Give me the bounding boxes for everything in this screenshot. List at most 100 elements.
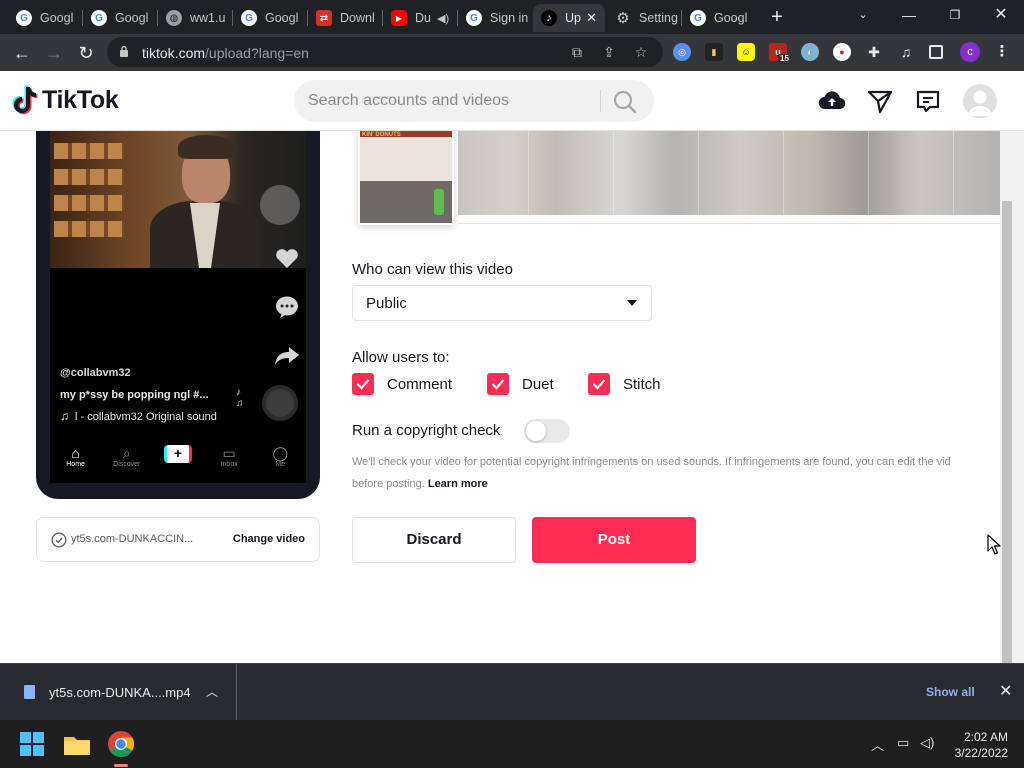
minimize-button[interactable]: —: [886, 0, 932, 30]
side-panel-icon[interactable]: [929, 45, 943, 59]
checkbox-label: Duet: [522, 375, 554, 393]
music-disc-icon: [262, 385, 298, 421]
check-circle-icon: [51, 532, 67, 548]
active-app-indicator: [114, 764, 128, 767]
browser-tab[interactable]: G Googl: [83, 4, 158, 32]
youtube-icon: ▶: [391, 10, 407, 26]
checkbox-checked-icon[interactable]: [352, 373, 374, 395]
page-scrollbar[interactable]: [1000, 131, 1024, 663]
new-tab-button[interactable]: +: [766, 6, 788, 28]
uploaded-filename: yt5s.com-DUNKACCIN...: [71, 533, 194, 545]
tab-title: Sign in: [490, 11, 529, 25]
toggle-knob: [526, 421, 546, 441]
network-icon[interactable]: ▭: [897, 735, 909, 751]
create-plus-icon: +: [163, 445, 192, 463]
preview-username: @collabvm32: [60, 367, 131, 379]
bookmark-star-icon[interactable]: ☆: [633, 44, 649, 60]
checkbox-checked-icon[interactable]: [588, 373, 610, 395]
post-button[interactable]: Post: [532, 517, 696, 563]
change-video-button[interactable]: Change video: [233, 533, 305, 545]
stitch-checkbox[interactable]: Stitch: [588, 373, 661, 395]
learn-more-link[interactable]: Learn more: [428, 478, 488, 490]
chrome-icon[interactable]: [105, 728, 137, 760]
extension-icon[interactable]: ◎: [673, 43, 691, 61]
privacy-select[interactable]: Public: [352, 285, 652, 321]
snapchat-extension-icon[interactable]: ☺: [737, 43, 755, 61]
close-download-shelf-icon[interactable]: ✕: [999, 681, 1012, 701]
discover-icon: ⌕: [122, 445, 131, 461]
browser-tab-active[interactable]: ♪ Up ✕: [533, 4, 605, 32]
inbox-icon[interactable]: [914, 87, 942, 115]
upload-cloud-icon[interactable]: [818, 87, 846, 115]
browser-tab[interactable]: ◍ ww1.u: [158, 4, 233, 32]
tab-search-chevron-icon[interactable]: ⌄: [840, 0, 886, 30]
browser-tab[interactable]: ⇄ Downl: [308, 4, 383, 32]
caret-down-icon: [627, 300, 637, 306]
file-icon: [24, 685, 35, 699]
speaker-icon[interactable]: ◀): [437, 12, 449, 25]
mouse-extension-icon[interactable]: ●: [833, 43, 851, 61]
messages-send-icon[interactable]: [866, 87, 894, 115]
kebab-menu-icon[interactable]: ⋮: [993, 43, 1011, 61]
close-window-button[interactable]: ✕: [978, 0, 1024, 30]
browser-tab[interactable]: G Googl: [682, 4, 757, 32]
cover-frame-strip[interactable]: [458, 131, 1000, 215]
open-in-app-icon[interactable]: ⧉: [569, 44, 585, 60]
preview-bottom-nav: ⌂ Home ⌕ Discover + ▭ Inbox ◯ Me: [50, 437, 306, 483]
allow-users-label: Allow users to:: [352, 349, 450, 366]
media-control-icon[interactable]: ♫: [897, 43, 915, 61]
profile-avatar[interactable]: c: [960, 42, 980, 62]
copyright-check-toggle[interactable]: [524, 419, 570, 443]
share-icon[interactable]: ⇪: [601, 44, 617, 60]
tab-title: Googl: [265, 11, 299, 25]
browser-tab[interactable]: G Googl: [8, 4, 83, 32]
browser-tab[interactable]: G Googl: [233, 4, 308, 32]
windows-start-icon[interactable]: [16, 728, 48, 760]
share-arrow-icon: [275, 347, 299, 365]
google-icon: G: [466, 10, 482, 26]
search-input[interactable]: [308, 90, 588, 112]
extension-icon[interactable]: ◐: [801, 43, 819, 61]
duet-checkbox[interactable]: Duet: [487, 373, 554, 395]
windows-taskbar: ︿ ▭ ◁) 2:02 AM 3/22/2022: [0, 720, 1024, 768]
scrollbar-thumb[interactable]: [1002, 201, 1012, 663]
system-clock[interactable]: 2:02 AM 3/22/2022: [946, 729, 1008, 761]
default-avatar-icon: [968, 90, 992, 116]
forward-button[interactable]: →: [41, 40, 67, 66]
clock-time: 2:02 AM: [963, 730, 1008, 744]
file-explorer-icon[interactable]: [61, 728, 93, 760]
lock-icon[interactable]: [119, 45, 129, 57]
address-bar[interactable]: tiktok.com/upload?lang=en ⧉ ⇪ ☆: [107, 37, 663, 67]
user-avatar[interactable]: [963, 84, 997, 118]
checkbox-label: Comment: [387, 375, 453, 393]
nav-discover: ⌕ Discover: [107, 445, 147, 468]
discard-button[interactable]: Discard: [352, 517, 516, 563]
browser-tab[interactable]: G Sign in: [458, 4, 533, 32]
volume-icon[interactable]: ◁): [920, 735, 934, 751]
preview-caption: my p*ssy be popping ngl #...: [60, 389, 209, 401]
comment-checkbox[interactable]: Comment: [352, 373, 452, 395]
selected-cover-thumbnail[interactable]: KIN' DONUTS: [358, 131, 454, 225]
tab-title: Du: [415, 11, 431, 25]
extensions-puzzle-icon[interactable]: ✚: [865, 43, 883, 61]
show-all-downloads-link[interactable]: Show all: [926, 685, 975, 699]
reload-button[interactable]: ↻: [73, 40, 99, 66]
thumbnail-sign-text: KIN' DONUTS: [362, 132, 401, 138]
search-icon[interactable]: [612, 89, 638, 115]
close-tab-icon[interactable]: ✕: [586, 10, 597, 26]
chevron-up-icon[interactable]: ︿: [206, 683, 218, 700]
tab-title: Googl: [115, 11, 149, 25]
preview-sound: ♫ l - collabvm32 Original sound: [60, 409, 217, 423]
download-item[interactable]: yt5s.com-DUNKA....mp4 ︿: [0, 664, 237, 721]
browser-tab[interactable]: ▶ Du ◀): [383, 4, 458, 32]
copyright-note: We'll check your video for potential cop…: [352, 451, 1000, 495]
extension-icon[interactable]: ▮: [705, 43, 723, 61]
back-button[interactable]: ←: [9, 40, 35, 66]
restore-button[interactable]: ❐: [932, 0, 978, 30]
chevron-up-icon[interactable]: ︿: [871, 735, 884, 754]
browser-tab[interactable]: ⚙ Setting: [607, 4, 682, 32]
clock-date: 3/22/2022: [954, 746, 1008, 760]
checkbox-checked-icon[interactable]: [487, 373, 509, 395]
ublock-extension-icon[interactable]: u 15: [769, 43, 791, 64]
tiktok-logo[interactable]: TikTok: [12, 85, 119, 115]
